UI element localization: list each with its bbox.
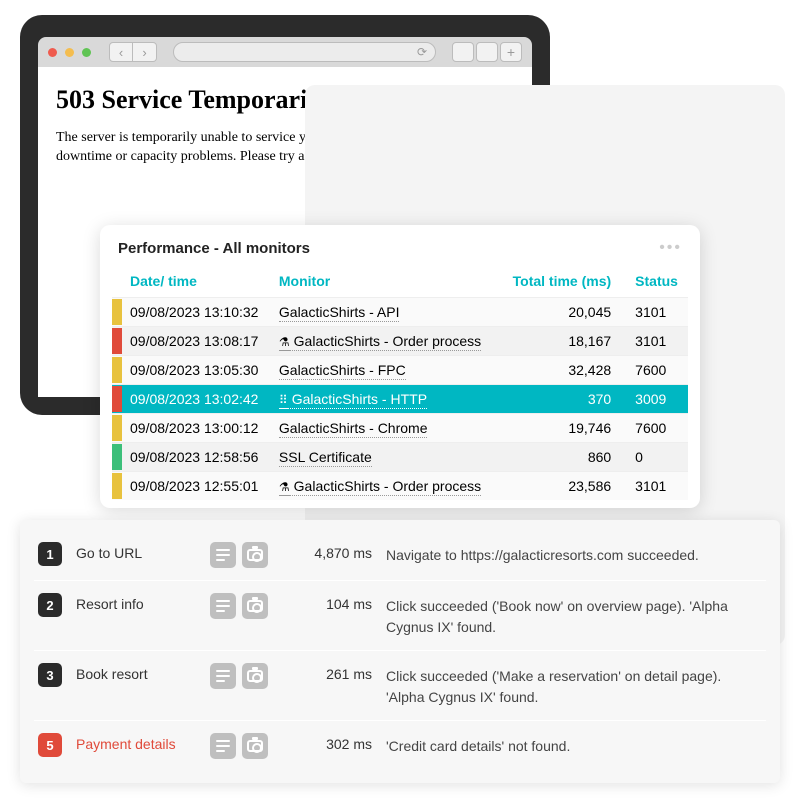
browser-toolbar: ‹ › ⟳ + — [38, 37, 532, 67]
step-row: 3 Book resort 261 ms Click succeeded ('Make… — [34, 650, 766, 720]
step-number-badge: 3 — [38, 663, 62, 687]
cell-monitor[interactable]: ⚗GalacticShirts - Order process — [273, 327, 500, 356]
cell-datetime: 09/08/2023 13:10:32 — [124, 298, 273, 327]
cell-monitor[interactable]: GalacticShirts - Chrome — [273, 414, 500, 443]
table-row[interactable]: 09/08/2023 13:10:32GalacticShirts - API2… — [112, 298, 688, 327]
new-tab-button[interactable]: + — [500, 42, 522, 62]
table-row[interactable]: 09/08/2023 12:58:56SSL Certificate8600 — [112, 443, 688, 472]
cell-total-time: 19,746 — [500, 414, 617, 443]
screenshot-icon[interactable] — [242, 593, 268, 619]
log-icon[interactable] — [210, 663, 236, 689]
cell-total-time: 20,045 — [500, 298, 617, 327]
transaction-steps-panel: 1 Go to URL 4,870 ms Navigate to https://ga… — [20, 520, 780, 783]
status-chip — [112, 386, 122, 412]
cell-total-time: 23,586 — [500, 472, 617, 501]
status-chip — [112, 415, 122, 441]
table-row[interactable]: 09/08/2023 12:55:01⚗GalacticShirts - Ord… — [112, 472, 688, 501]
step-message: Click succeeded ('Book now' on overview … — [386, 593, 762, 638]
step-duration: 302 ms — [282, 733, 372, 752]
status-chip — [112, 473, 122, 499]
cell-datetime: 09/08/2023 12:58:56 — [124, 443, 273, 472]
performance-table: Date/ time Monitor Total time (ms) Statu… — [112, 267, 688, 500]
cell-total-time: 860 — [500, 443, 617, 472]
nav-back-button[interactable]: ‹ — [109, 42, 133, 62]
tab-button[interactable] — [452, 42, 474, 62]
cell-status: 7600 — [617, 356, 688, 385]
step-row: 5 Payment details 302 ms 'Credit card detai… — [34, 720, 766, 771]
screenshot-icon[interactable] — [242, 663, 268, 689]
cell-status: 3101 — [617, 472, 688, 501]
tab-button[interactable] — [476, 42, 498, 62]
cell-monitor[interactable]: GalacticShirts - API — [273, 298, 500, 327]
performance-title: Performance - All monitors — [118, 240, 310, 257]
cell-status: 7600 — [617, 414, 688, 443]
step-name: Book resort — [76, 663, 196, 682]
table-row[interactable]: 09/08/2023 13:00:12GalacticShirts - Chro… — [112, 414, 688, 443]
status-chip — [112, 357, 122, 383]
cell-datetime: 09/08/2023 13:02:42 — [124, 385, 273, 414]
cell-datetime: 09/08/2023 12:55:01 — [124, 472, 273, 501]
reload-icon[interactable]: ⟳ — [417, 45, 427, 59]
cell-status: 0 — [617, 443, 688, 472]
step-duration: 261 ms — [282, 663, 372, 682]
cell-monitor[interactable]: GalacticShirts - FPC — [273, 356, 500, 385]
step-name: Resort info — [76, 593, 196, 612]
cell-total-time: 18,167 — [500, 327, 617, 356]
cell-status: 3101 — [617, 327, 688, 356]
window-close-dot[interactable] — [48, 48, 57, 57]
step-number-badge: 2 — [38, 593, 62, 617]
col-datetime[interactable]: Date/ time — [124, 267, 273, 298]
cell-datetime: 09/08/2023 13:00:12 — [124, 414, 273, 443]
col-monitor[interactable]: Monitor — [273, 267, 500, 298]
log-icon[interactable] — [210, 733, 236, 759]
cell-status: 3009 — [617, 385, 688, 414]
cell-total-time: 32,428 — [500, 356, 617, 385]
cell-datetime: 09/08/2023 13:08:17 — [124, 327, 273, 356]
status-chip — [112, 444, 122, 470]
cell-monitor[interactable]: ⚗GalacticShirts - Order process — [273, 472, 500, 501]
step-number-badge: 1 — [38, 542, 62, 566]
step-name: Go to URL — [76, 542, 196, 561]
flask-icon: ⚗ — [279, 480, 290, 496]
cell-datetime: 09/08/2023 13:05:30 — [124, 356, 273, 385]
step-message: 'Credit card details' not found. — [386, 733, 570, 757]
step-message: Navigate to https://galacticresorts.com … — [386, 542, 699, 566]
address-bar[interactable]: ⟳ — [173, 42, 436, 62]
cell-status: 3101 — [617, 298, 688, 327]
cell-monitor[interactable]: SSL Certificate — [273, 443, 500, 472]
step-row: 2 Resort info 104 ms Click succeeded ('Book… — [34, 580, 766, 650]
step-message: Click succeeded ('Make a reservation' on… — [386, 663, 762, 708]
window-min-dot[interactable] — [65, 48, 74, 57]
grid-icon: ⠿ — [279, 393, 288, 409]
screenshot-icon[interactable] — [242, 542, 268, 568]
table-row[interactable]: 09/08/2023 13:05:30GalacticShirts - FPC3… — [112, 356, 688, 385]
performance-card: Performance - All monitors ••• Date/ tim… — [100, 225, 700, 508]
more-menu-icon[interactable]: ••• — [659, 239, 682, 257]
status-chip — [112, 299, 122, 325]
screenshot-icon[interactable] — [242, 733, 268, 759]
step-duration: 104 ms — [282, 593, 372, 612]
log-icon[interactable] — [210, 542, 236, 568]
table-row[interactable]: 09/08/2023 13:02:42⠿GalacticShirts - HTT… — [112, 385, 688, 414]
col-total-time[interactable]: Total time (ms) — [500, 267, 617, 298]
cell-monitor[interactable]: ⠿GalacticShirts - HTTP — [273, 385, 500, 414]
nav-forward-button[interactable]: › — [133, 42, 157, 62]
log-icon[interactable] — [210, 593, 236, 619]
step-row: 1 Go to URL 4,870 ms Navigate to https://ga… — [34, 530, 766, 580]
status-chip — [112, 328, 122, 354]
step-duration: 4,870 ms — [282, 542, 372, 561]
step-name: Payment details — [76, 733, 196, 752]
window-max-dot[interactable] — [82, 48, 91, 57]
step-number-badge: 5 — [38, 733, 62, 757]
cell-total-time: 370 — [500, 385, 617, 414]
table-row[interactable]: 09/08/2023 13:08:17⚗GalacticShirts - Ord… — [112, 327, 688, 356]
flask-icon: ⚗ — [279, 335, 290, 351]
col-status[interactable]: Status — [617, 267, 688, 298]
